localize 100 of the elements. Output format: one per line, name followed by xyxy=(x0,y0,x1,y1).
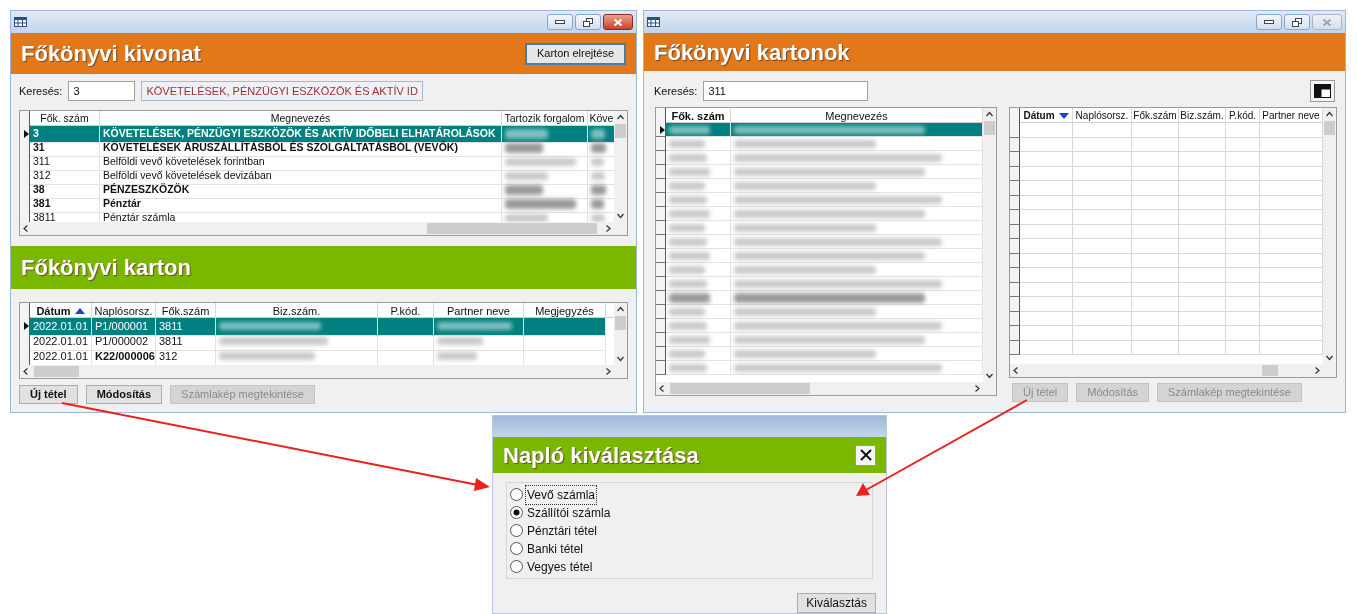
row-indicator[interactable] xyxy=(20,348,30,365)
radio-button[interactable] xyxy=(510,506,523,519)
radio-button[interactable] xyxy=(510,524,523,537)
column-header[interactable]: Naplósorsz. xyxy=(1073,108,1132,123)
row-indicator[interactable] xyxy=(656,165,666,179)
vertical-scrollbar[interactable] xyxy=(983,108,996,382)
table-row[interactable] xyxy=(656,291,983,305)
row-indicator[interactable] xyxy=(1010,210,1020,225)
select-button[interactable]: Kiválasztás xyxy=(797,593,876,613)
horizontal-scrollbar[interactable] xyxy=(20,222,614,235)
table-row[interactable]: 2022.01.01 P1/000002 3811 xyxy=(20,333,614,348)
table-cell xyxy=(1132,123,1179,138)
table-row[interactable]: 3 KÖVETELÉSEK, PÉNZÜGYI ESZKÖZÖK ÉS AKTÍV IDŐBELI ELHATÁROLÁSOK xyxy=(20,126,614,140)
row-indicator[interactable] xyxy=(1010,123,1020,138)
table-row[interactable]: 311 Belföldi vevő követelések forintban xyxy=(20,154,614,168)
restore-button[interactable] xyxy=(1284,14,1310,30)
scroll-thumb[interactable] xyxy=(984,121,995,135)
radio-option[interactable]: Pénztári tétel xyxy=(510,523,872,538)
row-indicator[interactable] xyxy=(656,249,666,263)
vertical-scrollbar[interactable] xyxy=(614,111,627,222)
search-field[interactable]: 3 xyxy=(68,81,136,101)
scroll-thumb[interactable] xyxy=(615,124,626,138)
row-indicator[interactable] xyxy=(1010,326,1020,341)
vertical-scrollbar[interactable] xyxy=(614,303,627,365)
table-row[interactable]: 312 Belföldi vevő követelések devizában xyxy=(20,168,614,182)
scroll-thumb[interactable] xyxy=(670,383,810,394)
row-indicator[interactable] xyxy=(656,221,666,235)
row-indicator[interactable] xyxy=(656,305,666,319)
row-indicator[interactable] xyxy=(656,333,666,347)
vertical-scrollbar[interactable] xyxy=(1323,108,1336,364)
table-row[interactable]: 381 Pénztár xyxy=(20,196,614,210)
row-indicator[interactable] xyxy=(656,137,666,151)
column-header[interactable]: Fők.szám xyxy=(1132,108,1179,123)
row-indicator[interactable] xyxy=(656,347,666,361)
table-row[interactable]: 31 KÖVETELÉSEK ÁRUSZÁLLÍTÁSBÓL ÉS SZOLGÁLTATÁSBÓL (VEVŐK) xyxy=(20,140,614,154)
search-field[interactable]: 311 xyxy=(703,81,869,101)
minimize-button[interactable] xyxy=(1256,14,1282,30)
row-indicator[interactable] xyxy=(656,179,666,193)
table-cell xyxy=(1226,195,1260,210)
table-cell xyxy=(1132,311,1179,326)
table-row[interactable]: 38 PÉNZESZKÖZÖK xyxy=(20,182,614,196)
hide-card-button[interactable]: Karton elrejtése xyxy=(524,42,626,65)
row-indicator[interactable] xyxy=(1010,166,1020,181)
row-indicator[interactable] xyxy=(656,361,666,375)
blurred-text xyxy=(669,349,705,358)
table-row[interactable] xyxy=(656,123,983,137)
close-button[interactable] xyxy=(603,14,633,30)
radio-button[interactable] xyxy=(510,560,523,573)
row-indicator[interactable] xyxy=(1010,137,1020,152)
table-row[interactable]: 2022.01.01 P1/000001 3811 xyxy=(20,318,614,333)
radio-button[interactable] xyxy=(510,488,523,501)
action-button[interactable]: Új tétel xyxy=(19,385,78,404)
row-indicator[interactable] xyxy=(20,210,30,222)
row-indicator[interactable] xyxy=(656,193,666,207)
row-indicator[interactable] xyxy=(1010,239,1020,254)
row-indicator[interactable] xyxy=(1010,152,1020,167)
row-indicator[interactable] xyxy=(1010,311,1020,326)
horizontal-scrollbar[interactable] xyxy=(1010,364,1323,377)
row-indicator[interactable] xyxy=(656,263,666,277)
table-cell xyxy=(1179,326,1226,341)
row-indicator[interactable] xyxy=(1010,195,1020,210)
row-indicator[interactable] xyxy=(656,291,666,305)
radio-button[interactable] xyxy=(510,542,523,555)
column-header[interactable]: P.kód. xyxy=(1226,108,1260,123)
row-indicator[interactable] xyxy=(656,207,666,221)
table-cell xyxy=(1020,340,1073,355)
row-indicator[interactable] xyxy=(656,319,666,333)
horizontal-scrollbar[interactable] xyxy=(20,365,614,378)
scroll-thumb[interactable] xyxy=(1324,121,1335,135)
horizontal-scrollbar[interactable] xyxy=(656,382,983,395)
row-indicator[interactable] xyxy=(1010,181,1020,196)
radio-option[interactable]: Vegyes tétel xyxy=(510,559,872,574)
row-indicator[interactable] xyxy=(1010,282,1020,297)
action-button[interactable]: Módosítás xyxy=(85,385,163,404)
close-button[interactable] xyxy=(855,444,876,466)
row-indicator[interactable] xyxy=(656,235,666,249)
radio-option[interactable]: Vevő számla xyxy=(510,487,872,502)
scroll-thumb[interactable] xyxy=(1262,365,1278,376)
radio-option[interactable]: Banki tétel xyxy=(510,541,872,556)
scroll-thumb[interactable] xyxy=(615,316,626,330)
row-indicator[interactable] xyxy=(1010,268,1020,283)
minimize-button[interactable] xyxy=(547,14,573,30)
panel-title: Főkönyvi karton xyxy=(21,254,191,282)
column-header[interactable]: Dátum xyxy=(1020,108,1073,123)
blurred-text xyxy=(505,213,549,222)
row-indicator[interactable] xyxy=(656,277,666,291)
row-indicator[interactable] xyxy=(1010,253,1020,268)
scroll-thumb[interactable] xyxy=(34,366,79,377)
account-description: KÖVETELÉSEK, PÉNZÜGYI ESZKÖZÖK ÉS AKTÍV ID xyxy=(141,81,423,101)
layout-toggle-button[interactable] xyxy=(1310,80,1335,102)
row-indicator[interactable] xyxy=(1010,297,1020,312)
scroll-thumb[interactable] xyxy=(427,223,597,234)
row-indicator[interactable] xyxy=(1010,340,1020,355)
restore-button[interactable] xyxy=(575,14,601,30)
blurred-text xyxy=(669,363,708,372)
row-indicator[interactable] xyxy=(656,151,666,165)
blurred-text xyxy=(669,279,708,288)
radio-option[interactable]: Szállítói számla xyxy=(510,505,872,520)
column-header[interactable]: Biz.szám. xyxy=(1179,108,1226,123)
row-indicator[interactable] xyxy=(1010,224,1020,239)
